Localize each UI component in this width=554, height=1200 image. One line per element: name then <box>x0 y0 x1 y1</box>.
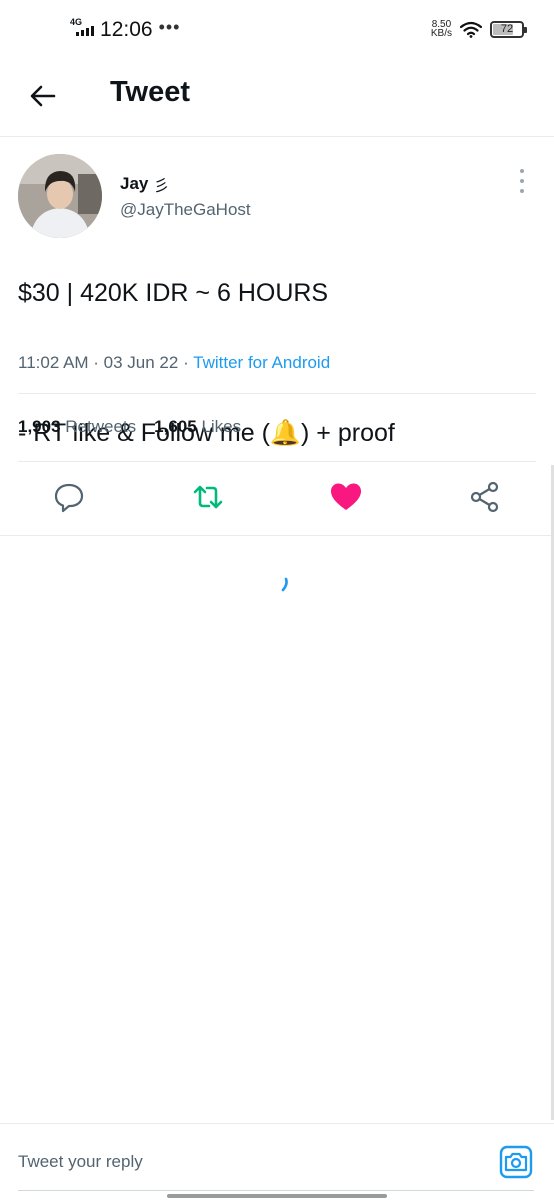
display-name[interactable]: Jay 彡 <box>120 172 169 196</box>
retweet-icon[interactable] <box>191 480 225 514</box>
clock-time: 12:06 <box>100 18 153 41</box>
display-name-emoji: 彡 <box>153 178 170 195</box>
camera-icon[interactable] <box>498 1144 534 1180</box>
share-icon[interactable] <box>468 480 502 514</box>
network-speed: 8.50 KB/s <box>430 20 452 39</box>
wifi-icon <box>460 21 482 38</box>
display-name-text: Jay <box>120 174 149 193</box>
avatar[interactable] <box>18 154 102 238</box>
tweet-stats: 1,903 Retweets 1,605 Likes <box>18 417 241 437</box>
tweet-source-link[interactable]: Twitter for Android <box>193 353 330 372</box>
page-title: Tweet <box>110 76 191 108</box>
retweets-label: Retweets <box>65 417 137 436</box>
user-handle[interactable]: @JayTheGaHost <box>120 200 251 220</box>
home-indicator[interactable] <box>167 1194 387 1198</box>
battery-icon: 72 <box>490 20 527 38</box>
status-left: 4G 12:06 ••• <box>68 16 181 42</box>
retweets-stat[interactable]: 1,903 Retweets <box>18 417 136 437</box>
more-options-icon[interactable] <box>512 169 532 193</box>
network-speed-unit: KB/s <box>430 28 452 39</box>
status-bar: 4G 12:06 ••• 8.50 KB/s 72 <box>0 0 554 62</box>
network-type: 4G <box>70 17 83 27</box>
tweet-metadata: 11:02 AM · 03 Jun 22 · Twitter for Andro… <box>18 353 330 373</box>
reply-composer: Tweet your reply <box>0 1123 554 1200</box>
battery-level: 72 <box>500 23 514 35</box>
loading-spinner-icon <box>281 577 288 592</box>
avatar-photo <box>18 154 102 238</box>
reply-input-underline <box>18 1190 534 1191</box>
tweet-timestamp: 11:02 AM · 03 Jun 22 · <box>18 353 194 372</box>
reply-input[interactable]: Tweet your reply <box>18 1152 143 1172</box>
arrow-left-icon[interactable] <box>26 79 60 113</box>
tweet-text-line-1: $30 | 420K IDR ~ 6 HOURS <box>18 279 329 307</box>
divider <box>18 393 536 394</box>
likes-label: Likes <box>201 417 242 436</box>
notification-dots: ••• <box>158 16 181 37</box>
likes-stat[interactable]: 1,605 Likes <box>154 417 241 437</box>
reply-icon[interactable] <box>52 480 86 514</box>
heart-icon[interactable] <box>329 480 363 514</box>
likes-count: 1,605 <box>154 417 197 436</box>
top-app-bar: Tweet <box>0 62 554 137</box>
status-right: 8.50 KB/s 72 <box>430 20 527 39</box>
retweets-count: 1,903 <box>18 417 61 436</box>
tweet-action-bar <box>0 462 554 536</box>
